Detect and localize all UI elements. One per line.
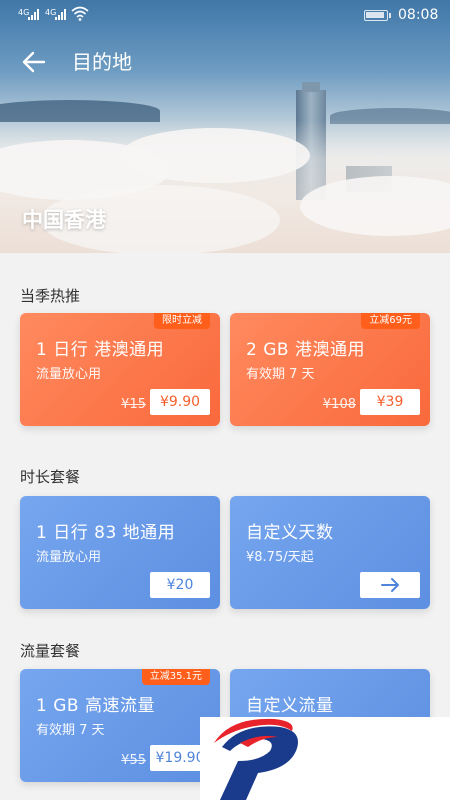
discount-badge: 限时立减 <box>154 313 210 329</box>
plan-name: 1 GB 高速流量 <box>36 696 155 716</box>
plan-description: 有效期 7 天 <box>36 723 105 738</box>
plan-description: 有效期 7 天 <box>246 367 315 382</box>
status-bar: 4G 4G 08:08 <box>0 0 450 30</box>
discount-badge: 立减35.1元 <box>141 669 210 685</box>
wifi-icon <box>71 6 89 21</box>
plan-name: 1 日行 83 地通用 <box>36 523 176 543</box>
status-time: 08:08 <box>398 7 439 23</box>
arrow-right-icon <box>381 578 399 592</box>
plan-name: 自定义天数 <box>246 523 334 543</box>
plan-card[interactable]: 立减35.1元 1 GB 高速流量 有效期 7 天 ¥55 ¥19.90 <box>20 669 220 782</box>
plan-card[interactable]: 限时立减 1 日行 港澳通用 流量放心用 ¥15 ¥9.90 <box>20 313 220 426</box>
custom-days-card[interactable]: 自定义天数 ¥8.75/天起 <box>230 496 430 609</box>
destination-hero-image: 4G 4G 08:08 目的地 中国香港 <box>0 0 450 253</box>
plan-description: 流量放心用 <box>36 550 102 565</box>
signal-bars-icon <box>55 9 66 20</box>
buy-price-button[interactable]: ¥39 <box>360 389 420 415</box>
plan-card[interactable]: 1 日行 83 地通用 流量放心用 ¥20 <box>20 496 220 609</box>
signal-bars-icon <box>28 9 39 20</box>
logo-mark-icon <box>214 718 298 800</box>
page-title: 目的地 <box>72 50 132 74</box>
mountain-shape <box>0 100 160 122</box>
buy-price-button[interactable]: ¥20 <box>150 572 210 598</box>
battery-icon <box>364 10 391 21</box>
original-price: ¥108 <box>322 397 356 412</box>
plan-card[interactable]: 立减69元 2 GB 港澳通用 有效期 7 天 ¥108 ¥39 <box>230 313 430 426</box>
plan-name: 2 GB 港澳通用 <box>246 340 365 360</box>
section-title-hot: 当季热推 <box>20 287 81 305</box>
plan-description: 流量放心用 <box>36 367 102 382</box>
discount-badge: 立减69元 <box>361 313 420 329</box>
buy-price-button[interactable]: ¥9.90 <box>150 389 210 415</box>
plan-description: ¥8.75/天起 <box>246 550 314 565</box>
section-title-duration: 时长套餐 <box>20 468 81 486</box>
original-price: ¥55 <box>121 753 146 768</box>
screen: 4G 4G 08:08 目的地 中国香港 当季热推 限时立减 1 日行 港澳通用… <box>0 0 450 800</box>
back-arrow-icon[interactable] <box>20 48 48 76</box>
destination-name: 中国香港 <box>22 208 106 232</box>
plan-name: 自定义流量 <box>246 696 334 716</box>
plan-name: 1 日行 港澳通用 <box>36 340 165 360</box>
cloud-shape <box>120 128 310 183</box>
section-title-data: 流量套餐 <box>20 642 81 660</box>
select-button[interactable] <box>360 572 420 598</box>
watermark-logo <box>200 717 450 800</box>
original-price: ¥15 <box>121 397 146 412</box>
